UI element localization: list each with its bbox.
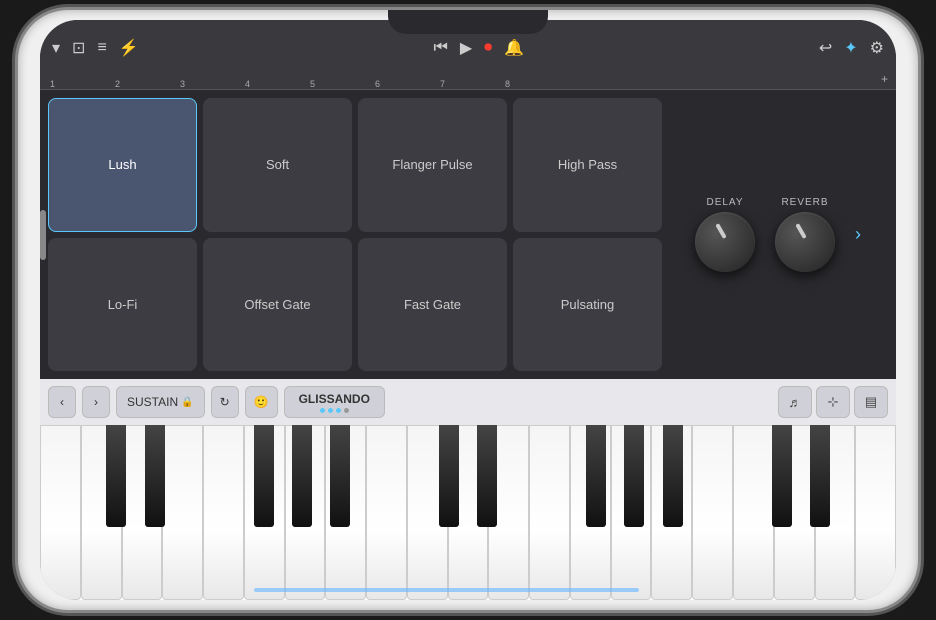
preset-btn-lush[interactable]: Lush: [48, 98, 197, 232]
delay-label: DELAY: [706, 197, 743, 208]
undo-icon[interactable]: ↩: [819, 38, 832, 58]
delay-knob-group: DELAY: [695, 197, 755, 272]
ruler: 1 2 3 4 5 6 7 8 +: [40, 68, 896, 90]
toolbar-right: ↩ ✦ ⚙: [819, 38, 884, 58]
list-view-button[interactable]: ▤: [854, 386, 888, 418]
white-key-1[interactable]: [40, 425, 81, 600]
toolbar-center: ⏮ ▶ ⏺ 🔔: [433, 38, 524, 58]
metronome-icon[interactable]: 🔔: [504, 38, 524, 58]
mixer-icon[interactable]: ⚡: [119, 38, 139, 58]
arpeggio-icon: ↻: [220, 395, 230, 409]
track-view-icon[interactable]: ⊡: [72, 38, 85, 58]
ruler-mark-2: 2: [113, 79, 178, 89]
black-key-7[interactable]: [477, 425, 497, 527]
dot-2: [328, 408, 333, 413]
preset-btn-pulsating[interactable]: Pulsating: [513, 238, 662, 372]
note-icon: ♬: [789, 395, 802, 410]
white-key-18[interactable]: [733, 425, 774, 600]
ruler-mark-5: 5: [308, 79, 373, 89]
sustain-label: SUSTAIN: [127, 395, 178, 409]
pitch-bend-bar[interactable]: [254, 588, 639, 592]
emoji-button[interactable]: 🙂: [245, 386, 278, 418]
grid-icon: ⊹: [828, 394, 839, 410]
preset-btn-offset-gate[interactable]: Offset Gate: [203, 238, 352, 372]
ruler-mark-7: 7: [438, 79, 503, 89]
left-bump: [40, 210, 46, 260]
sustain-button[interactable]: SUSTAIN 🔒: [116, 386, 205, 418]
nav-next-button[interactable]: ›: [82, 386, 110, 418]
right-ctrl-group: ♬ ⊹ ▤: [778, 386, 888, 418]
preset-btn-lo-fi[interactable]: Lo-Fi: [48, 238, 197, 372]
preset-btn-high-pass[interactable]: High Pass: [513, 98, 662, 232]
add-track-icon[interactable]: +: [881, 72, 888, 86]
ruler-mark-6: 6: [373, 79, 438, 89]
ruler-mark-8: 8: [503, 79, 568, 89]
glissando-label: GLISSANDO: [299, 392, 370, 406]
chevron-right-icon: ›: [94, 395, 98, 409]
reverb-label: REVERB: [781, 197, 828, 208]
dot-3: [336, 408, 341, 413]
emoji-icon: 🙂: [254, 395, 269, 409]
black-key-10[interactable]: [663, 425, 683, 527]
lock-icon: 🔒: [181, 397, 193, 408]
preset-btn-flanger-pulse[interactable]: Flanger Pulse: [358, 98, 507, 232]
ruler-mark-4: 4: [243, 79, 308, 89]
white-key-17[interactable]: [692, 425, 733, 600]
bottom-controls: ‹ › SUSTAIN 🔒 ↻ 🙂 GLISSANDO: [40, 379, 896, 425]
white-key-4[interactable]: [162, 425, 203, 600]
ruler-mark-3: 3: [178, 79, 243, 89]
main-content: Lush Soft Flanger Pulse High Pass Lo-Fi: [40, 90, 896, 379]
black-key-9[interactable]: [624, 425, 644, 527]
black-key-1[interactable]: [106, 425, 126, 527]
black-key-12[interactable]: [810, 425, 830, 527]
reverb-knob[interactable]: [775, 212, 835, 272]
reverb-knob-group: REVERB: [775, 197, 835, 272]
black-key-11[interactable]: [772, 425, 792, 527]
preset-btn-soft[interactable]: Soft: [203, 98, 352, 232]
white-key-21[interactable]: [855, 425, 896, 600]
delay-knob[interactable]: [695, 212, 755, 272]
white-key-13[interactable]: [529, 425, 570, 600]
list-icon: ▤: [865, 394, 877, 410]
rewind-icon[interactable]: ⏮: [433, 39, 447, 57]
list-view-icon[interactable]: ≡: [97, 39, 106, 57]
fx-expand-arrow[interactable]: ›: [855, 224, 861, 245]
fx-panel: DELAY REVERB ›: [668, 98, 888, 371]
screen: ▾ ⊡ ≡ ⚡ ⏮ ▶ ⏺ 🔔 ↩ ✦ ⚙ 1 2 3 4: [40, 20, 896, 600]
black-key-6[interactable]: [439, 425, 459, 527]
dot-1: [320, 408, 325, 413]
preset-grid: Lush Soft Flanger Pulse High Pass Lo-Fi: [48, 98, 662, 371]
black-key-2[interactable]: [145, 425, 165, 527]
glissando-button[interactable]: GLISSANDO: [284, 386, 385, 418]
record-icon[interactable]: ⏺: [484, 39, 492, 57]
ruler-mark-1: 1: [48, 79, 113, 89]
white-key-5[interactable]: [203, 425, 244, 600]
grid-view-button[interactable]: ⊹: [816, 386, 850, 418]
settings-blue-icon[interactable]: ✦: [844, 38, 857, 58]
black-key-5[interactable]: [330, 425, 350, 527]
arpeggio-button[interactable]: ↻: [211, 386, 239, 418]
glissando-dots: [320, 408, 349, 413]
dropdown-icon[interactable]: ▾: [52, 38, 60, 58]
piano-wrapper: [40, 425, 896, 600]
note-view-button[interactable]: ♬: [778, 386, 812, 418]
black-key-4[interactable]: [292, 425, 312, 527]
toolbar-left: ▾ ⊡ ≡ ⚡: [52, 38, 139, 58]
gear-icon[interactable]: ⚙: [870, 38, 884, 58]
chevron-left-icon: ‹: [60, 395, 64, 409]
black-key-8[interactable]: [586, 425, 606, 527]
black-key-3[interactable]: [254, 425, 274, 527]
white-key-9[interactable]: [366, 425, 407, 600]
play-icon[interactable]: ▶: [460, 38, 472, 58]
dot-4: [344, 408, 349, 413]
preset-btn-fast-gate[interactable]: Fast Gate: [358, 238, 507, 372]
notch: [388, 10, 548, 34]
piano-keys: [40, 425, 896, 600]
instrument-panel: Lush Soft Flanger Pulse High Pass Lo-Fi: [40, 90, 896, 379]
nav-prev-button[interactable]: ‹: [48, 386, 76, 418]
phone-shell: ▾ ⊡ ≡ ⚡ ⏮ ▶ ⏺ 🔔 ↩ ✦ ⚙ 1 2 3 4: [18, 10, 918, 610]
ruler-marks: 1 2 3 4 5 6 7 8: [48, 68, 881, 89]
fx-row: DELAY REVERB ›: [695, 197, 861, 272]
